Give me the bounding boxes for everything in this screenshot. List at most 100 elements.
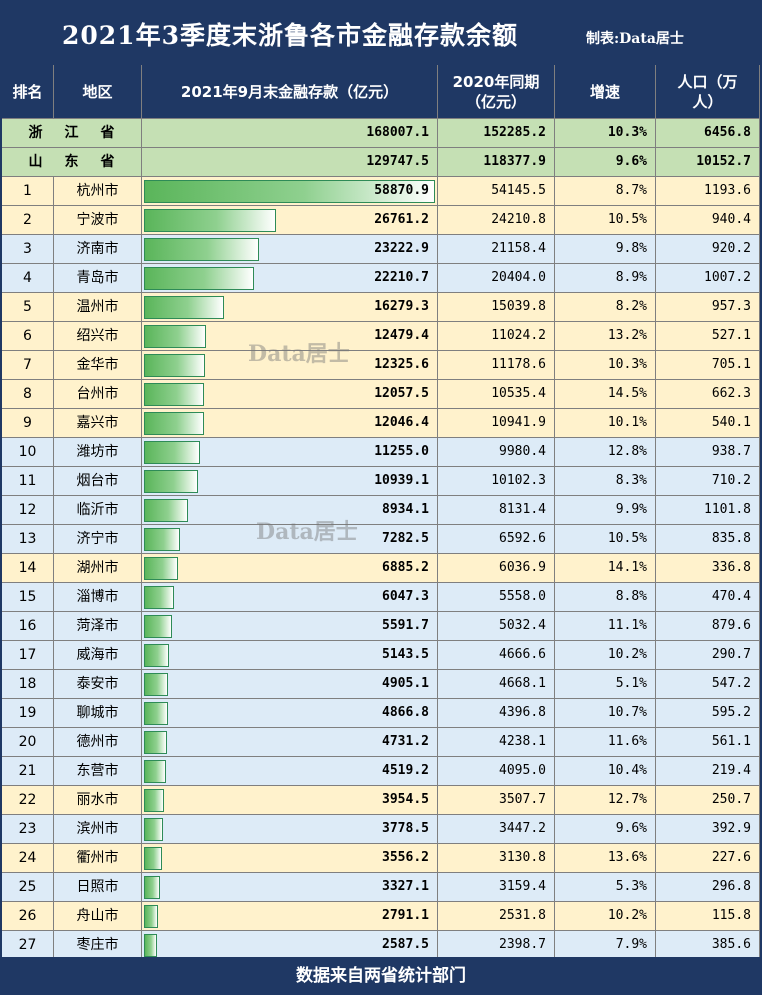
table-title: 2021年3季度末浙鲁各市金融存款余额 (62, 21, 518, 50)
deposit-bar (144, 325, 206, 348)
source-footer: 数据来自两省统计部门 (0, 957, 762, 995)
city-cell: 淄博市 (54, 583, 142, 612)
prev-cell: 24210.8 (438, 206, 555, 235)
prev-cell: 4095.0 (438, 757, 555, 786)
deposit-label: 26761.2 (374, 212, 429, 227)
deposit-bar (144, 644, 170, 667)
deposit-bar (144, 818, 163, 841)
deposit-label: 12479.4 (374, 328, 429, 343)
rank-cell: 22 (2, 786, 54, 815)
population-cell: 710.2 (656, 467, 760, 496)
rank-cell: 5 (2, 293, 54, 322)
rank-cell: 2 (2, 206, 54, 235)
growth-cell: 10.4% (555, 757, 656, 786)
growth-cell: 8.7% (555, 177, 656, 206)
population-cell: 938.7 (656, 438, 760, 467)
prev-cell: 8131.4 (438, 496, 555, 525)
deposit-label: 12046.4 (374, 415, 429, 430)
population-cell: 1193.6 (656, 177, 760, 206)
prev-cell: 4666.6 (438, 641, 555, 670)
population-cell: 385.6 (656, 931, 760, 960)
growth-cell: 8.3% (555, 467, 656, 496)
prev-cell: 3130.8 (438, 844, 555, 873)
population-cell: 920.2 (656, 235, 760, 264)
deposit-cell: 23222.9 (142, 235, 438, 264)
table-row: 6 绍兴市 12479.4 11024.2 13.2% 527.1 (2, 322, 760, 351)
rank-cell: 1 (2, 177, 54, 206)
table-row: 2 宁波市 26761.2 24210.8 10.5% 940.4 (2, 206, 760, 235)
deposit-bar (144, 528, 180, 551)
rank-cell: 8 (2, 380, 54, 409)
deposit-cell: 4731.2 (142, 728, 438, 757)
growth-cell: 14.1% (555, 554, 656, 583)
city-cell: 湖州市 (54, 554, 142, 583)
header-prev: 2020年同期 （亿元） (438, 65, 555, 119)
header-population: 人口（万 人） (656, 65, 760, 119)
growth-cell: 10.5% (555, 206, 656, 235)
deposit-label: 4905.1 (382, 676, 429, 691)
prev-cell: 10535.4 (438, 380, 555, 409)
city-cell: 潍坊市 (54, 438, 142, 467)
population-cell: 296.8 (656, 873, 760, 902)
population-cell: 561.1 (656, 728, 760, 757)
growth-cell: 9.6% (555, 815, 656, 844)
growth-cell: 10.7% (555, 699, 656, 728)
deposit-cell: 3954.5 (142, 786, 438, 815)
deposit-label: 10939.1 (374, 473, 429, 488)
population-cell: 662.3 (656, 380, 760, 409)
deposit-bar (144, 412, 204, 435)
deposit-label: 3327.1 (382, 879, 429, 894)
population-cell: 290.7 (656, 641, 760, 670)
growth-cell: 9.9% (555, 496, 656, 525)
deposit-label: 7282.5 (382, 531, 429, 546)
deposit-bar (144, 267, 254, 290)
prev-cell: 6036.9 (438, 554, 555, 583)
deposit-cell: 5591.7 (142, 612, 438, 641)
deposit-bar (144, 789, 164, 812)
city-cell: 泰安市 (54, 670, 142, 699)
table-row: 24 衢州市 3556.2 3130.8 13.6% 227.6 (2, 844, 760, 873)
province-name: 浙江省 (2, 119, 142, 148)
deposit-label: 5143.5 (382, 647, 429, 662)
prev-cell: 15039.8 (438, 293, 555, 322)
deposit-label: 5591.7 (382, 618, 429, 633)
deposit-bar (144, 731, 168, 754)
header-deposit: 2021年9月末金融存款（亿元） (142, 65, 438, 119)
deposit-label: 12325.6 (374, 357, 429, 372)
deposit-label: 23222.9 (374, 241, 429, 256)
rank-cell: 13 (2, 525, 54, 554)
rank-cell: 17 (2, 641, 54, 670)
deposit-bar (144, 760, 167, 783)
table-row: 16 菏泽市 5591.7 5032.4 11.1% 879.6 (2, 612, 760, 641)
prev-cell: 3447.2 (438, 815, 555, 844)
deposit-bar (144, 383, 204, 406)
city-cell: 济南市 (54, 235, 142, 264)
province-prev: 118377.9 (438, 148, 555, 177)
city-cell: 舟山市 (54, 902, 142, 931)
growth-cell: 13.6% (555, 844, 656, 873)
table-row: 27 枣庄市 2587.5 2398.7 7.9% 385.6 (2, 931, 760, 960)
province-row-shandong: 山东省 129747.5 118377.9 9.6% 10152.7 (2, 148, 760, 177)
deposit-label: 58870.9 (374, 183, 429, 198)
city-cell: 烟台市 (54, 467, 142, 496)
table-row: 4 青岛市 22210.7 20404.0 8.9% 1007.2 (2, 264, 760, 293)
deposit-cell: 2587.5 (142, 931, 438, 960)
table-row: 26 舟山市 2791.1 2531.8 10.2% 115.8 (2, 902, 760, 931)
growth-cell: 9.8% (555, 235, 656, 264)
rank-cell: 16 (2, 612, 54, 641)
rank-cell: 11 (2, 467, 54, 496)
population-cell: 227.6 (656, 844, 760, 873)
deposit-bar (144, 354, 205, 377)
table-row: 15 淄博市 6047.3 5558.0 8.8% 470.4 (2, 583, 760, 612)
table-row: 12 临沂市 8934.1 8131.4 9.9% 1101.8 (2, 496, 760, 525)
city-cell: 济宁市 (54, 525, 142, 554)
prev-cell: 5558.0 (438, 583, 555, 612)
deposit-label: 4519.2 (382, 763, 429, 778)
rank-cell: 21 (2, 757, 54, 786)
population-cell: 219.4 (656, 757, 760, 786)
deposit-cell: 58870.9 (142, 177, 438, 206)
growth-cell: 10.5% (555, 525, 656, 554)
prev-cell: 3507.7 (438, 786, 555, 815)
table-row: 1 杭州市 58870.9 54145.5 8.7% 1193.6 (2, 177, 760, 206)
growth-cell: 10.2% (555, 902, 656, 931)
